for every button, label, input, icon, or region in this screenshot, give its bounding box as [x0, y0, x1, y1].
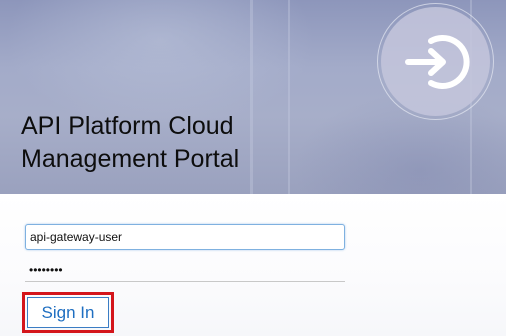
password-input[interactable]: [25, 258, 345, 282]
background-streak: [288, 0, 290, 194]
background-streak: [250, 0, 253, 194]
page-title-line-1: API Platform Cloud: [21, 112, 234, 140]
page-title: API Platform Cloud Management Portal: [21, 110, 239, 176]
sign-in-button[interactable]: Sign In: [27, 297, 109, 328]
page-title-line-2: Management Portal: [21, 145, 240, 173]
sign-in-arrow-icon: [381, 7, 490, 116]
username-input[interactable]: [25, 224, 345, 250]
